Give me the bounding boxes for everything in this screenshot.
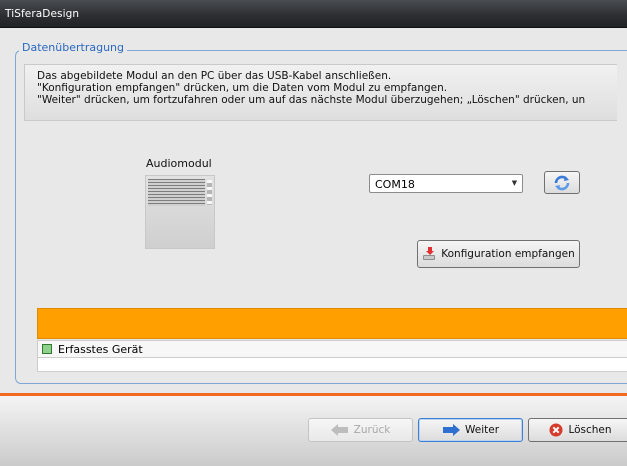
instruction-line-2: "Konfiguration empfangen" drücken, um di… [37, 82, 448, 94]
title-bar: TiSferaDesign [0, 0, 627, 28]
delete-label: Löschen [568, 424, 612, 436]
module-leds [207, 180, 212, 205]
arrow-right-icon [442, 424, 460, 436]
window-title: TiSferaDesign [5, 8, 80, 20]
arrow-left-icon [330, 424, 349, 436]
receive-config-icon [422, 246, 438, 262]
back-label: Zurück [353, 424, 391, 436]
com-port-select[interactable]: COM18 ▼ [369, 174, 523, 193]
next-label: Weiter [464, 424, 500, 436]
device-list-row[interactable] [37, 358, 627, 372]
device-list-title: Erfasstes Gerät [58, 342, 143, 356]
instruction-line-1: Das abgebildete Modul an den PC über das… [37, 70, 392, 82]
refresh-ports-button[interactable] [544, 171, 580, 194]
device-list-header: Erfasstes Gerät [37, 340, 627, 358]
module-image [145, 175, 215, 249]
next-button[interactable]: Weiter [418, 418, 523, 442]
delete-icon [549, 423, 563, 437]
group-legend: Datenübertragung [19, 41, 127, 54]
delete-button[interactable]: Löschen [528, 418, 627, 442]
module-label: Audiomodul [146, 157, 212, 170]
instructions-panel: Das abgebildete Modul an den PC über das… [24, 64, 617, 121]
receive-configuration-button[interactable]: Konfiguration empfangen [417, 240, 580, 268]
com-port-value: COM18 [375, 178, 415, 191]
refresh-icon [553, 175, 571, 191]
receive-configuration-label: Konfiguration empfangen [441, 248, 575, 260]
progress-bar [37, 308, 627, 339]
chevron-down-icon[interactable]: ▼ [507, 175, 522, 192]
device-status-icon [42, 344, 52, 354]
back-button[interactable]: Zurück [308, 418, 413, 442]
instruction-line-3: "Weiter" drücken, um fortzufahren oder u… [37, 94, 586, 106]
speaker-grille [148, 179, 205, 206]
